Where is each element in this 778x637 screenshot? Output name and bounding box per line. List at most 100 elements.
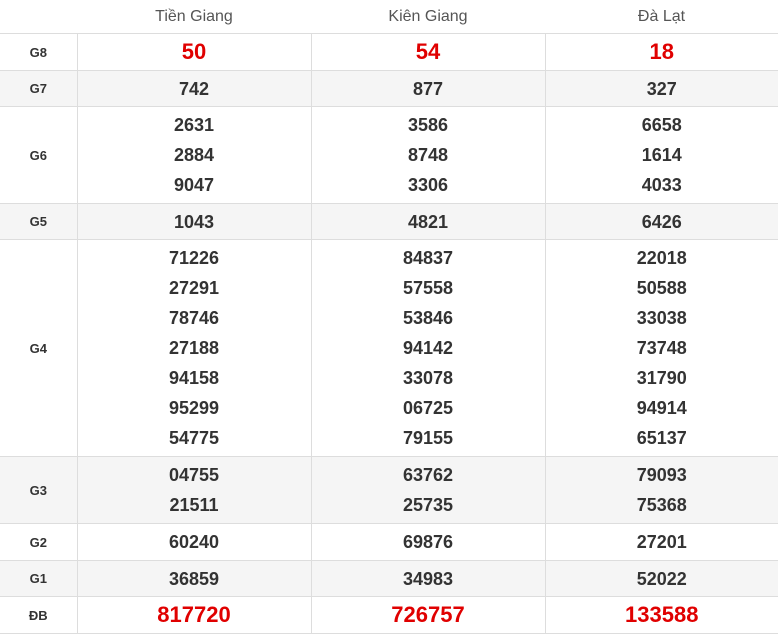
prize-number: 65137 xyxy=(636,428,687,448)
prize-cell: 877 xyxy=(310,70,546,107)
prize-number: 50 xyxy=(181,39,207,64)
prize-label: ĐB xyxy=(0,596,78,634)
prize-label: G6 xyxy=(0,106,78,204)
prize-number: 34983 xyxy=(402,568,454,589)
prize-number: 53846 xyxy=(402,308,454,328)
prize-cell: 1043 xyxy=(76,203,312,240)
prize-number: 25735 xyxy=(402,495,454,515)
prize-number: 60240 xyxy=(168,532,220,552)
prize-cell: 726757 xyxy=(310,596,546,634)
prize-number: 84837 xyxy=(402,248,454,268)
prize-number: 742 xyxy=(178,78,210,99)
prize-cell: 63762 25735 xyxy=(310,456,546,524)
prize-number: 36859 xyxy=(168,568,220,589)
prize-number: 79093 xyxy=(636,465,687,485)
header-province-2: Kiên Giang xyxy=(311,0,545,34)
prize-number: 33078 xyxy=(402,368,454,388)
prize-cell: 6658 1614 4033 xyxy=(544,106,778,204)
prize-number: 27201 xyxy=(636,532,687,552)
prize-number: 27291 xyxy=(168,278,220,298)
prize-number: 726757 xyxy=(391,602,465,627)
prize-number: 50588 xyxy=(636,278,687,298)
prize-number: 31790 xyxy=(636,368,687,388)
prize-number: 94142 xyxy=(402,338,454,358)
prize-number: 1614 xyxy=(641,145,682,165)
prize-row: G7 742 877 327 xyxy=(0,70,778,107)
prize-row: G5 1043 4821 6426 xyxy=(0,203,778,240)
prize-number: 52022 xyxy=(636,568,687,589)
prize-number: 73748 xyxy=(636,338,687,358)
prize-row: G2 60240 69876 27201 xyxy=(0,523,778,561)
prize-cell: 84837 57558 53846 94142 33078 06725 79155 xyxy=(310,239,546,457)
prize-number: 6658 xyxy=(641,115,682,135)
prize-row: G8 50 54 18 xyxy=(0,33,778,71)
header-corner xyxy=(0,0,77,34)
prize-number: 18 xyxy=(649,39,674,64)
prize-number: 54 xyxy=(415,39,441,64)
prize-number: 75368 xyxy=(636,495,687,515)
header-province-1: Tiền Giang xyxy=(77,0,311,34)
prize-number: 94158 xyxy=(168,368,220,388)
prize-number: 2631 xyxy=(173,115,215,135)
prize-cell: 133588 xyxy=(544,596,778,634)
prize-cell: 327 xyxy=(544,70,778,107)
prize-label: G4 xyxy=(0,239,78,457)
prize-number: 33038 xyxy=(636,308,687,328)
prize-cell: 3586 8748 3306 xyxy=(310,106,546,204)
prize-label: G8 xyxy=(0,33,78,71)
prize-number: 04755 xyxy=(168,465,220,485)
prize-number: 57558 xyxy=(402,278,454,298)
prize-label: G2 xyxy=(0,523,78,561)
prize-number: 4033 xyxy=(641,175,682,195)
prize-row: ĐB 817720 726757 133588 xyxy=(0,596,778,634)
prize-number: 3306 xyxy=(407,175,449,195)
prize-number: 71226 xyxy=(168,248,220,268)
prize-number: 22018 xyxy=(636,248,687,268)
prize-cell: 34983 xyxy=(310,560,546,597)
prize-number: 817720 xyxy=(157,602,231,627)
prize-cell: 52022 xyxy=(544,560,778,597)
prize-cell: 817720 xyxy=(76,596,312,634)
prize-number: 63762 xyxy=(402,465,454,485)
prize-number: 69876 xyxy=(402,532,454,552)
prize-number: 1043 xyxy=(173,211,215,232)
prize-cell: 69876 xyxy=(310,523,546,561)
prize-cell: 742 xyxy=(76,70,312,107)
prize-row: G6 2631 2884 9047 3586 8748 3306 6658 1614 4033 xyxy=(0,106,778,204)
prize-row: G3 04755 21511 63762 25735 79093 75368 xyxy=(0,456,778,524)
prize-cell: 2631 2884 9047 xyxy=(76,106,312,204)
prize-number: 8748 xyxy=(407,145,449,165)
prize-number: 4821 xyxy=(407,211,449,232)
prize-number: 78746 xyxy=(168,308,220,328)
prize-number: 877 xyxy=(412,78,444,99)
prize-number: 27188 xyxy=(168,338,220,358)
header-row: Tiền Giang Kiên Giang Đà Lạt xyxy=(0,0,778,34)
prize-cell: 60240 xyxy=(76,523,312,561)
prize-number: 54775 xyxy=(168,428,220,448)
prize-cell: 79093 75368 xyxy=(544,456,778,524)
prize-cell: 6426 xyxy=(544,203,778,240)
prize-number: 21511 xyxy=(169,495,219,515)
prize-label: G1 xyxy=(0,560,78,597)
prize-number: 79155 xyxy=(402,428,454,448)
prize-number: 2884 xyxy=(173,145,215,165)
prize-number: 94914 xyxy=(636,398,687,418)
table-header: Tiền Giang Kiên Giang Đà Lạt xyxy=(0,0,778,34)
prize-number: 6426 xyxy=(641,211,682,232)
prize-number: 06725 xyxy=(402,398,454,418)
prize-number: 327 xyxy=(646,78,677,99)
prize-number: 95299 xyxy=(168,398,220,418)
prize-number: 9047 xyxy=(173,175,215,195)
prize-cell: 04755 21511 xyxy=(76,456,312,524)
prize-number: 133588 xyxy=(625,602,699,627)
prize-label: G5 xyxy=(0,203,78,240)
prize-cell: 4821 xyxy=(310,203,546,240)
header-province-3: Đà Lạt xyxy=(545,0,778,34)
prize-cell: 27201 xyxy=(544,523,778,561)
prize-cell: 54 xyxy=(310,33,546,71)
prize-cell: 22018 50588 33038 73748 31790 94914 65137 xyxy=(544,239,778,457)
prize-row: G1 36859 34983 52022 xyxy=(0,560,778,597)
prize-cell: 18 xyxy=(544,33,778,71)
prize-cell: 36859 xyxy=(76,560,312,597)
prize-cell: 50 xyxy=(76,33,312,71)
